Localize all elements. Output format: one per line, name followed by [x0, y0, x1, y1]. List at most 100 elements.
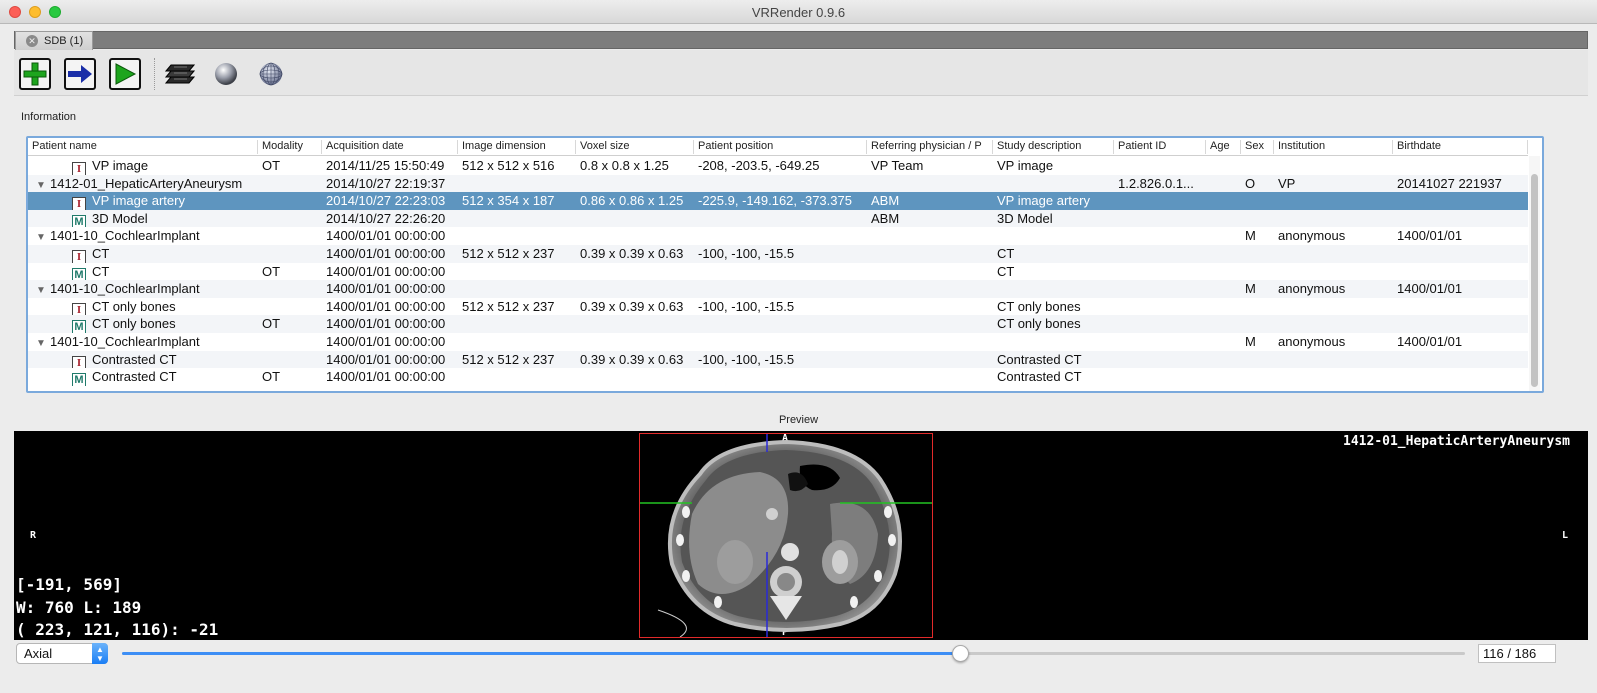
table-cell: [993, 227, 1114, 245]
table-cell: [1274, 157, 1393, 175]
table-cell: 1400/01/01: [1397, 334, 1463, 349]
column-header[interactable]: Modality: [258, 140, 322, 154]
table-cell: [1241, 263, 1274, 281]
table-cell: [258, 245, 322, 263]
disclosure-triangle-icon[interactable]: ▼: [36, 282, 50, 298]
column-header[interactable]: Patient name: [28, 140, 258, 154]
table-cell: [576, 175, 694, 193]
table-cell: -208, -203.5, -649.25: [698, 158, 820, 173]
series-row[interactable]: I CT 1400/01/01 00:00:00 512 x 512 x 237 0.3…: [28, 245, 1528, 263]
table-cell: [1393, 351, 1528, 369]
table-cell: [1206, 298, 1241, 316]
table-header: Patient name Modality Acquisition date Imag…: [28, 138, 1528, 156]
series-row[interactable]: M Contrasted CT OT 1400/01/01 00:00:00 Contr…: [28, 368, 1528, 386]
patient-row[interactable]: ▼ 1412-01_HepaticArteryAneurysm 2014/10/27…: [28, 174, 1528, 193]
column-header[interactable]: Voxel size: [576, 140, 694, 154]
slice-slider-thumb[interactable]: [952, 645, 969, 662]
table-cell: ABM: [871, 193, 900, 209]
table-scrollbar-thumb[interactable]: [1531, 174, 1538, 387]
table-cell: [576, 263, 694, 281]
table-cell: M: [1245, 228, 1256, 244]
slice-index-field[interactable]: 116 / 186: [1478, 644, 1556, 663]
series-row[interactable]: M CT only bones OT 1400/01/01 00:00:00 CT on…: [28, 315, 1528, 333]
table-cell: [867, 315, 993, 333]
series-row[interactable]: I Contrasted CT 1400/01/01 00:00:00 512 x 5…: [28, 350, 1528, 369]
table-cell: anonymous: [1278, 228, 1346, 244]
disclosure-triangle-icon[interactable]: ▼: [36, 229, 50, 245]
table-cell: [867, 298, 993, 316]
information-label: Information: [21, 111, 77, 123]
column-header[interactable]: Patient position: [694, 140, 867, 154]
table-cell: 1400/01/01 00:00:00: [326, 369, 446, 385]
table-cell: 1400/01/01 00:00:00: [326, 263, 446, 279]
table-cell: [867, 227, 993, 245]
image-series-icon: I: [72, 197, 86, 210]
patient-row[interactable]: ▼ 1401-10_CochlearImplant 1400/01/01 00:00…: [28, 227, 1528, 245]
surface-render-button[interactable]: [211, 60, 241, 88]
column-header[interactable]: Study description: [993, 140, 1114, 154]
disclosure-triangle-icon[interactable]: ▼: [36, 335, 50, 351]
table-cell: [1241, 368, 1274, 386]
tab-sdb[interactable]: ✕ SDB (1): [15, 31, 93, 50]
table-cell: [1114, 157, 1206, 175]
table-cell: [1274, 245, 1393, 263]
column-header[interactable]: Image dimension: [458, 140, 576, 154]
column-header[interactable]: Referring physician / P: [867, 140, 993, 154]
table-cell: anonymous: [1278, 281, 1346, 297]
add-button[interactable]: [19, 58, 51, 90]
table-cell: ABM: [871, 210, 900, 226]
table-cell: [1114, 245, 1206, 263]
series-row[interactable]: I VP image artery 2014/10/27 22:23:03 512 x…: [28, 192, 1528, 210]
table-cell: -100, -100, -15.5: [698, 246, 795, 261]
mesh-render-button[interactable]: [256, 60, 286, 88]
patient-name-cell: ▼ 1401-10_CochlearImplant: [28, 227, 258, 245]
play-icon: [115, 63, 137, 85]
cell-text: CT: [92, 246, 110, 261]
table-cell: [993, 333, 1114, 351]
table-cell: [1206, 227, 1241, 245]
column-header[interactable]: Acquisition date: [322, 140, 458, 154]
table-cell: [1393, 298, 1528, 316]
view-mode-select[interactable]: Axial ▲ ▼: [16, 643, 108, 664]
ct-slice-image: [640, 434, 932, 638]
preview-viewport[interactable]: 1412-01_HepaticArteryAneurysm R L A P [-…: [14, 431, 1588, 640]
table-cell: 3D Model: [997, 210, 1053, 226]
table-cell: 1400/01/01: [1397, 228, 1463, 244]
table-cell: [1274, 210, 1393, 228]
play-button[interactable]: [109, 58, 141, 90]
table-cell: [867, 263, 993, 281]
series-row[interactable]: I CT only bones 1400/01/01 00:00:00 512 x 5…: [28, 298, 1528, 316]
series-row[interactable]: M 3D Model 2014/10/27 22:26:20 ABM 3D Model: [28, 209, 1528, 228]
table-cell: [458, 368, 576, 386]
arrow-right-icon: [68, 65, 92, 83]
table-cell: 0.8 x 0.8 x 1.25: [580, 158, 669, 173]
table-cell: [576, 280, 694, 298]
table-cell: -225.9, -149.162, -373.375: [698, 193, 852, 209]
series-row[interactable]: I VP image OT 2014/11/25 15:50:49 512 x 512 …: [28, 157, 1528, 175]
patient-name-cell: I Contrasted CT: [28, 351, 258, 369]
image-series-icon: I: [72, 162, 86, 175]
column-header[interactable]: Institution: [1274, 140, 1393, 154]
table-cell: [694, 175, 867, 193]
slices-button[interactable]: [165, 60, 195, 88]
column-header[interactable]: Birthdate: [1393, 140, 1528, 154]
table-cell: [1114, 351, 1206, 369]
table-cell: [458, 263, 576, 281]
table-cell: [1274, 192, 1393, 210]
series-row[interactable]: M CT OT 1400/01/01 00:00:00 CT: [28, 263, 1528, 281]
patient-row[interactable]: ▼ 1401-10_CochlearImplant 1400/01/01 00:00…: [28, 280, 1528, 298]
disclosure-triangle-icon[interactable]: ▼: [36, 177, 50, 193]
patient-row[interactable]: ▼ 1401-10_CochlearImplant 1400/01/01 00:00…: [28, 333, 1528, 351]
column-header[interactable]: Age: [1206, 140, 1241, 154]
column-header[interactable]: Patient ID: [1114, 140, 1206, 154]
table-cell: [1206, 333, 1241, 351]
close-tab-icon[interactable]: ✕: [26, 35, 38, 47]
import-button[interactable]: [64, 58, 96, 90]
table-cell: [1274, 315, 1393, 333]
column-header[interactable]: Sex: [1241, 140, 1274, 154]
cell-text: VP image artery: [92, 193, 185, 209]
table-cell: -100, -100, -15.5: [698, 351, 795, 367]
slice-slider[interactable]: [122, 645, 1465, 662]
table-cell: [694, 315, 867, 333]
table-scrollbar[interactable]: [1529, 156, 1540, 391]
